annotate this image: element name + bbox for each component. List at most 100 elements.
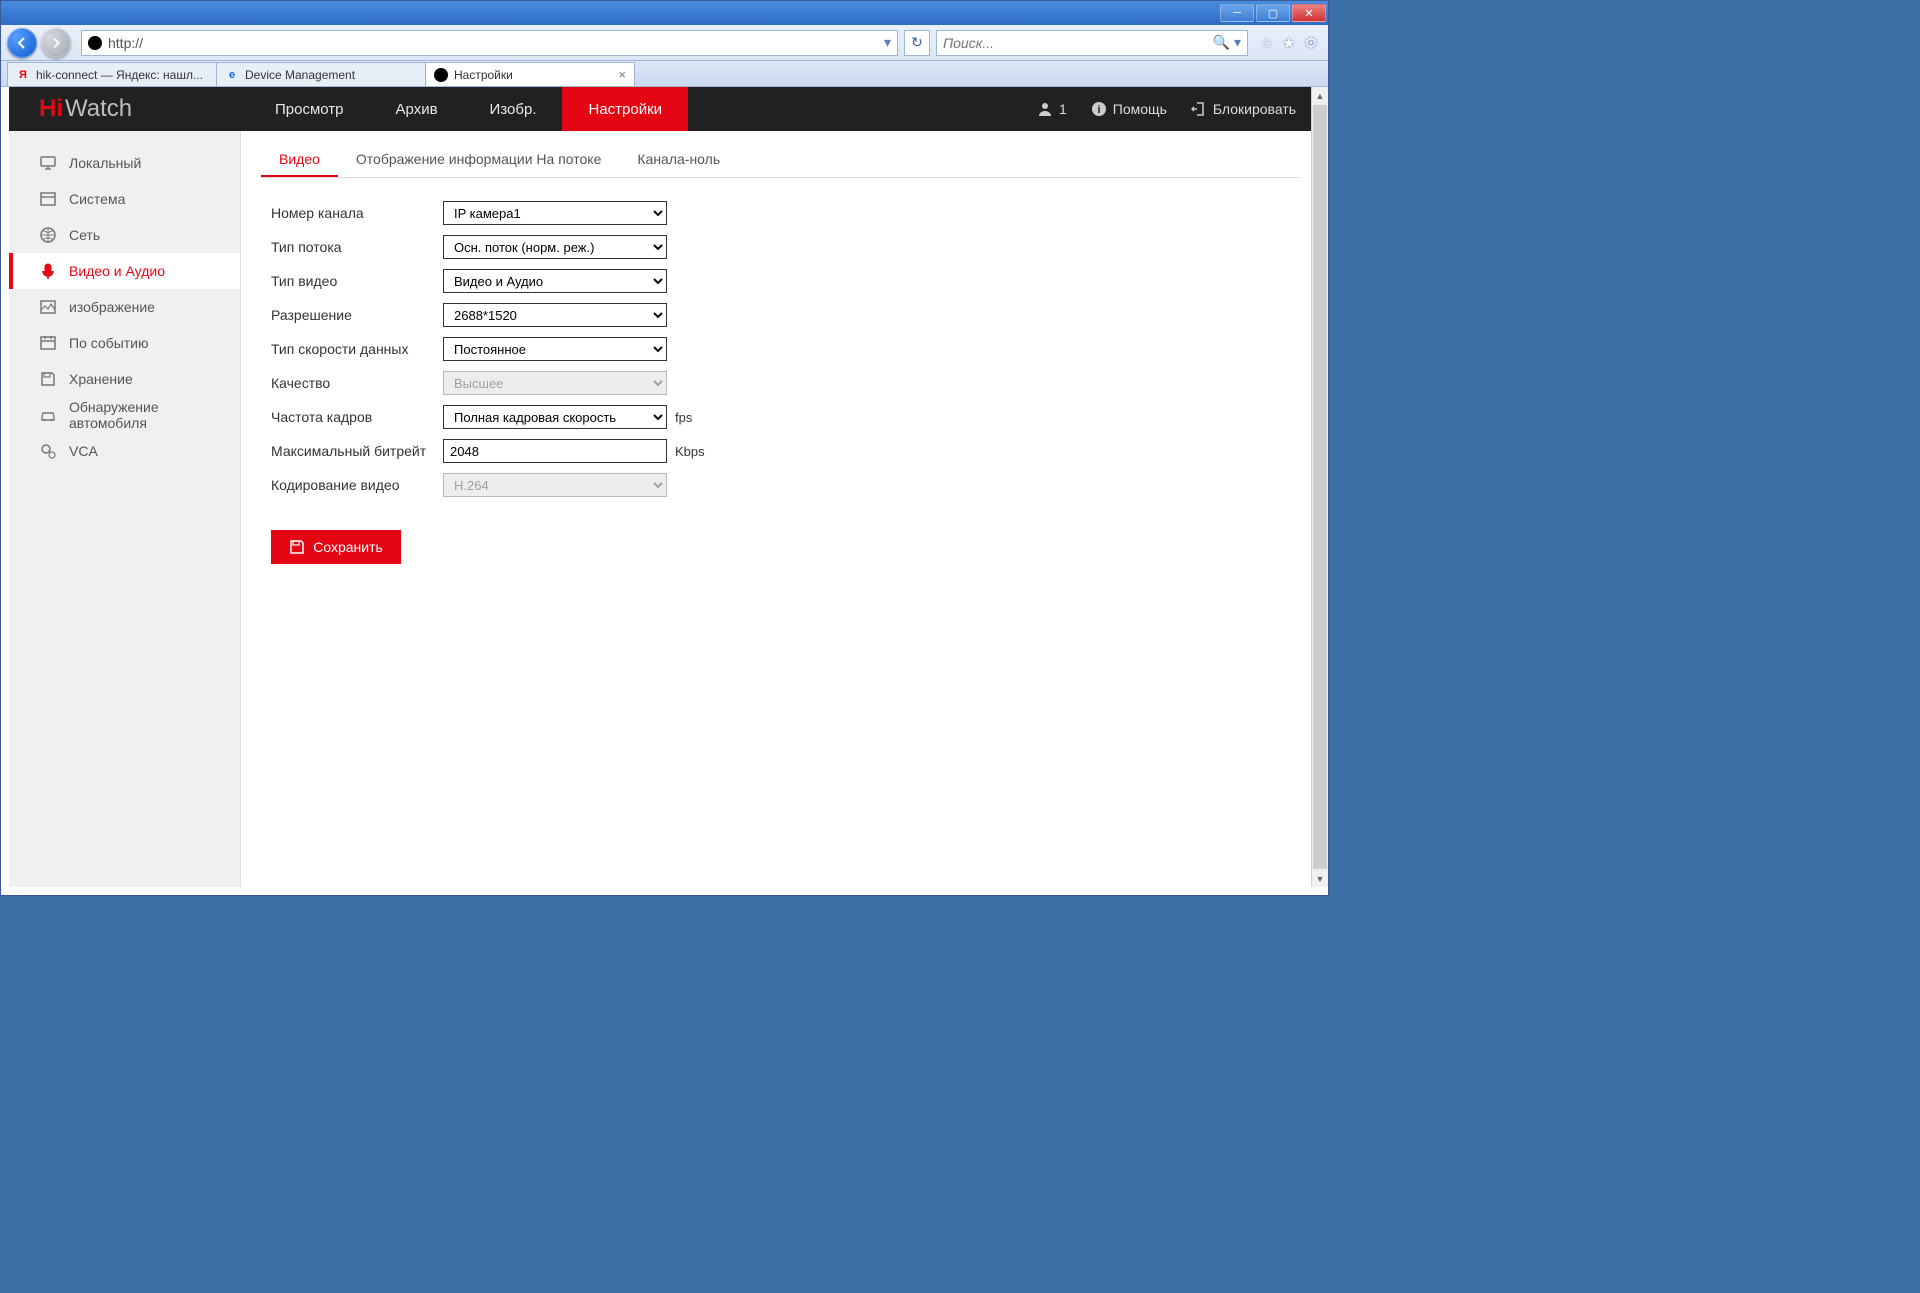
browser-tab-1[interactable]: Я hik-connect — Яндекс: нашл... — [7, 62, 217, 86]
max-bitrate-unit: Kbps — [675, 444, 705, 459]
help-link[interactable]: i Помощь — [1091, 101, 1167, 117]
sidebar-label: VCA — [69, 443, 98, 459]
sidebar: Локальный Система Сеть Видео и Аудио изо… — [9, 131, 241, 887]
channel-select[interactable]: IP камера1 — [443, 201, 667, 225]
video-form: Номер канала IP камера1 Тип потока Осн. … — [261, 178, 1300, 582]
bitrate-type-label: Тип скорости данных — [271, 341, 443, 357]
browser-tab-2[interactable]: e Device Management — [216, 62, 426, 86]
sidebar-label: Локальный — [69, 155, 141, 171]
logout-icon — [1191, 101, 1207, 117]
window-maximize-button[interactable]: ▢ — [1256, 4, 1290, 22]
sidebar-item-vehicle[interactable]: Обнаружение автомобиля — [9, 397, 240, 433]
monitor-icon — [37, 154, 59, 172]
tab-favicon-yandex: Я — [16, 68, 30, 82]
browser-window: ─ ▢ ✕ ▾ ↻ 🔍 ▾ ⌂ ★ ⚙ Я hik-con — [0, 0, 1329, 896]
sidebar-label: Сеть — [69, 227, 100, 243]
svg-text:i: i — [1097, 104, 1100, 116]
mic-icon — [37, 262, 59, 280]
app-body: Локальный Система Сеть Видео и Аудио изо… — [9, 131, 1320, 887]
dropdown-icon[interactable]: ▾ — [884, 34, 891, 51]
sidebar-item-vca[interactable]: VCA — [9, 433, 240, 469]
lock-link[interactable]: Блокировать — [1191, 101, 1296, 117]
save-label: Сохранить — [313, 539, 383, 555]
browser-menu-icons: ⌂ ★ ⚙ — [1256, 34, 1322, 52]
tab-label: Device Management — [245, 68, 417, 82]
address-bar[interactable]: ▾ — [81, 30, 898, 56]
sidebar-label: Хранение — [69, 371, 133, 387]
save-button[interactable]: Сохранить — [271, 530, 401, 564]
stream-label: Тип потока — [271, 239, 443, 255]
tab-close-icon[interactable]: × — [618, 67, 626, 82]
nav-archive[interactable]: Архив — [370, 87, 464, 131]
fps-select[interactable]: Полная кадровая скорость — [443, 405, 667, 429]
brand-watch: Watch — [65, 95, 132, 123]
sidebar-label: Система — [69, 191, 125, 207]
sidebar-label: Обнаружение автомобиля — [69, 399, 240, 431]
sidebar-item-image[interactable]: изображение — [9, 289, 240, 325]
calendar-icon — [37, 334, 59, 352]
sub-tabs: Видео Отображение информации На потоке К… — [261, 141, 1300, 178]
subtab-zero-channel[interactable]: Канала-ноль — [619, 141, 738, 177]
resolution-label: Разрешение — [271, 307, 443, 323]
window-close-button[interactable]: ✕ — [1292, 4, 1326, 22]
search-input[interactable] — [943, 35, 1213, 51]
header-right: 1 i Помощь Блокировать — [1013, 87, 1320, 131]
window-minimize-button[interactable]: ─ — [1220, 4, 1254, 22]
subtab-video[interactable]: Видео — [261, 141, 338, 177]
bitrate-type-select[interactable]: Постоянное — [443, 337, 667, 361]
main-nav: Просмотр Архив Изобр. Настройки — [249, 87, 688, 131]
globe-icon — [37, 226, 59, 244]
video-type-label: Тип видео — [271, 273, 443, 289]
subtab-osd[interactable]: Отображение информации На потоке — [338, 141, 619, 177]
fps-unit: fps — [675, 410, 692, 425]
sidebar-label: изображение — [69, 299, 155, 315]
video-type-select[interactable]: Видео и Аудио — [443, 269, 667, 293]
system-icon — [37, 190, 59, 208]
image-icon — [37, 298, 59, 316]
sidebar-item-system[interactable]: Система — [9, 181, 240, 217]
home-icon[interactable]: ⌂ — [1256, 34, 1278, 51]
encoding-label: Кодирование видео — [271, 477, 443, 493]
sidebar-item-local[interactable]: Локальный — [9, 145, 240, 181]
resolution-select[interactable]: 2688*1520 — [443, 303, 667, 327]
user-indicator[interactable]: 1 — [1037, 101, 1067, 117]
lock-label: Блокировать — [1213, 101, 1296, 117]
refresh-button[interactable]: ↻ — [904, 30, 930, 56]
back-button[interactable] — [7, 28, 37, 58]
scroll-up-icon[interactable]: ▲ — [1312, 87, 1328, 104]
vertical-scrollbar[interactable]: ▲ ▼ — [1311, 87, 1328, 887]
fps-label: Частота кадров — [271, 409, 443, 425]
sidebar-item-event[interactable]: По событию — [9, 325, 240, 361]
url-input[interactable] — [108, 35, 878, 51]
stream-select[interactable]: Осн. поток (норм. реж.) — [443, 235, 667, 259]
app-header: HiWatch Просмотр Архив Изобр. Настройки … — [9, 87, 1320, 131]
user-count: 1 — [1059, 101, 1067, 117]
car-icon — [37, 406, 59, 424]
help-label: Помощь — [1113, 101, 1167, 117]
scroll-down-icon[interactable]: ▼ — [1312, 870, 1328, 887]
tools-icon[interactable]: ⚙ — [1300, 34, 1322, 52]
sidebar-label: Видео и Аудио — [69, 263, 165, 279]
info-icon: i — [1091, 101, 1107, 117]
sidebar-label: По событию — [69, 335, 149, 351]
forward-button[interactable] — [41, 28, 71, 58]
sidebar-item-video-audio[interactable]: Видео и Аудио — [9, 253, 240, 289]
search-dropdown-icon[interactable]: ▾ — [1234, 34, 1241, 51]
max-bitrate-input[interactable] — [443, 439, 667, 463]
search-bar[interactable]: 🔍 ▾ — [936, 30, 1248, 56]
quality-select: Высшее — [443, 371, 667, 395]
save-icon — [37, 370, 59, 388]
browser-tab-3[interactable]: Настройки × — [425, 62, 635, 86]
site-favicon — [88, 36, 102, 50]
tab-favicon-site — [434, 68, 448, 82]
search-icon[interactable]: 🔍 — [1213, 34, 1230, 51]
favorites-icon[interactable]: ★ — [1278, 34, 1300, 52]
sidebar-item-storage[interactable]: Хранение — [9, 361, 240, 397]
nav-image[interactable]: Изобр. — [464, 87, 563, 131]
nav-preview[interactable]: Просмотр — [249, 87, 370, 131]
scroll-thumb[interactable] — [1313, 105, 1327, 869]
nav-settings[interactable]: Настройки — [562, 87, 688, 131]
sidebar-item-network[interactable]: Сеть — [9, 217, 240, 253]
max-bitrate-label: Максимальный битрейт — [271, 443, 443, 459]
user-icon — [1037, 101, 1053, 117]
